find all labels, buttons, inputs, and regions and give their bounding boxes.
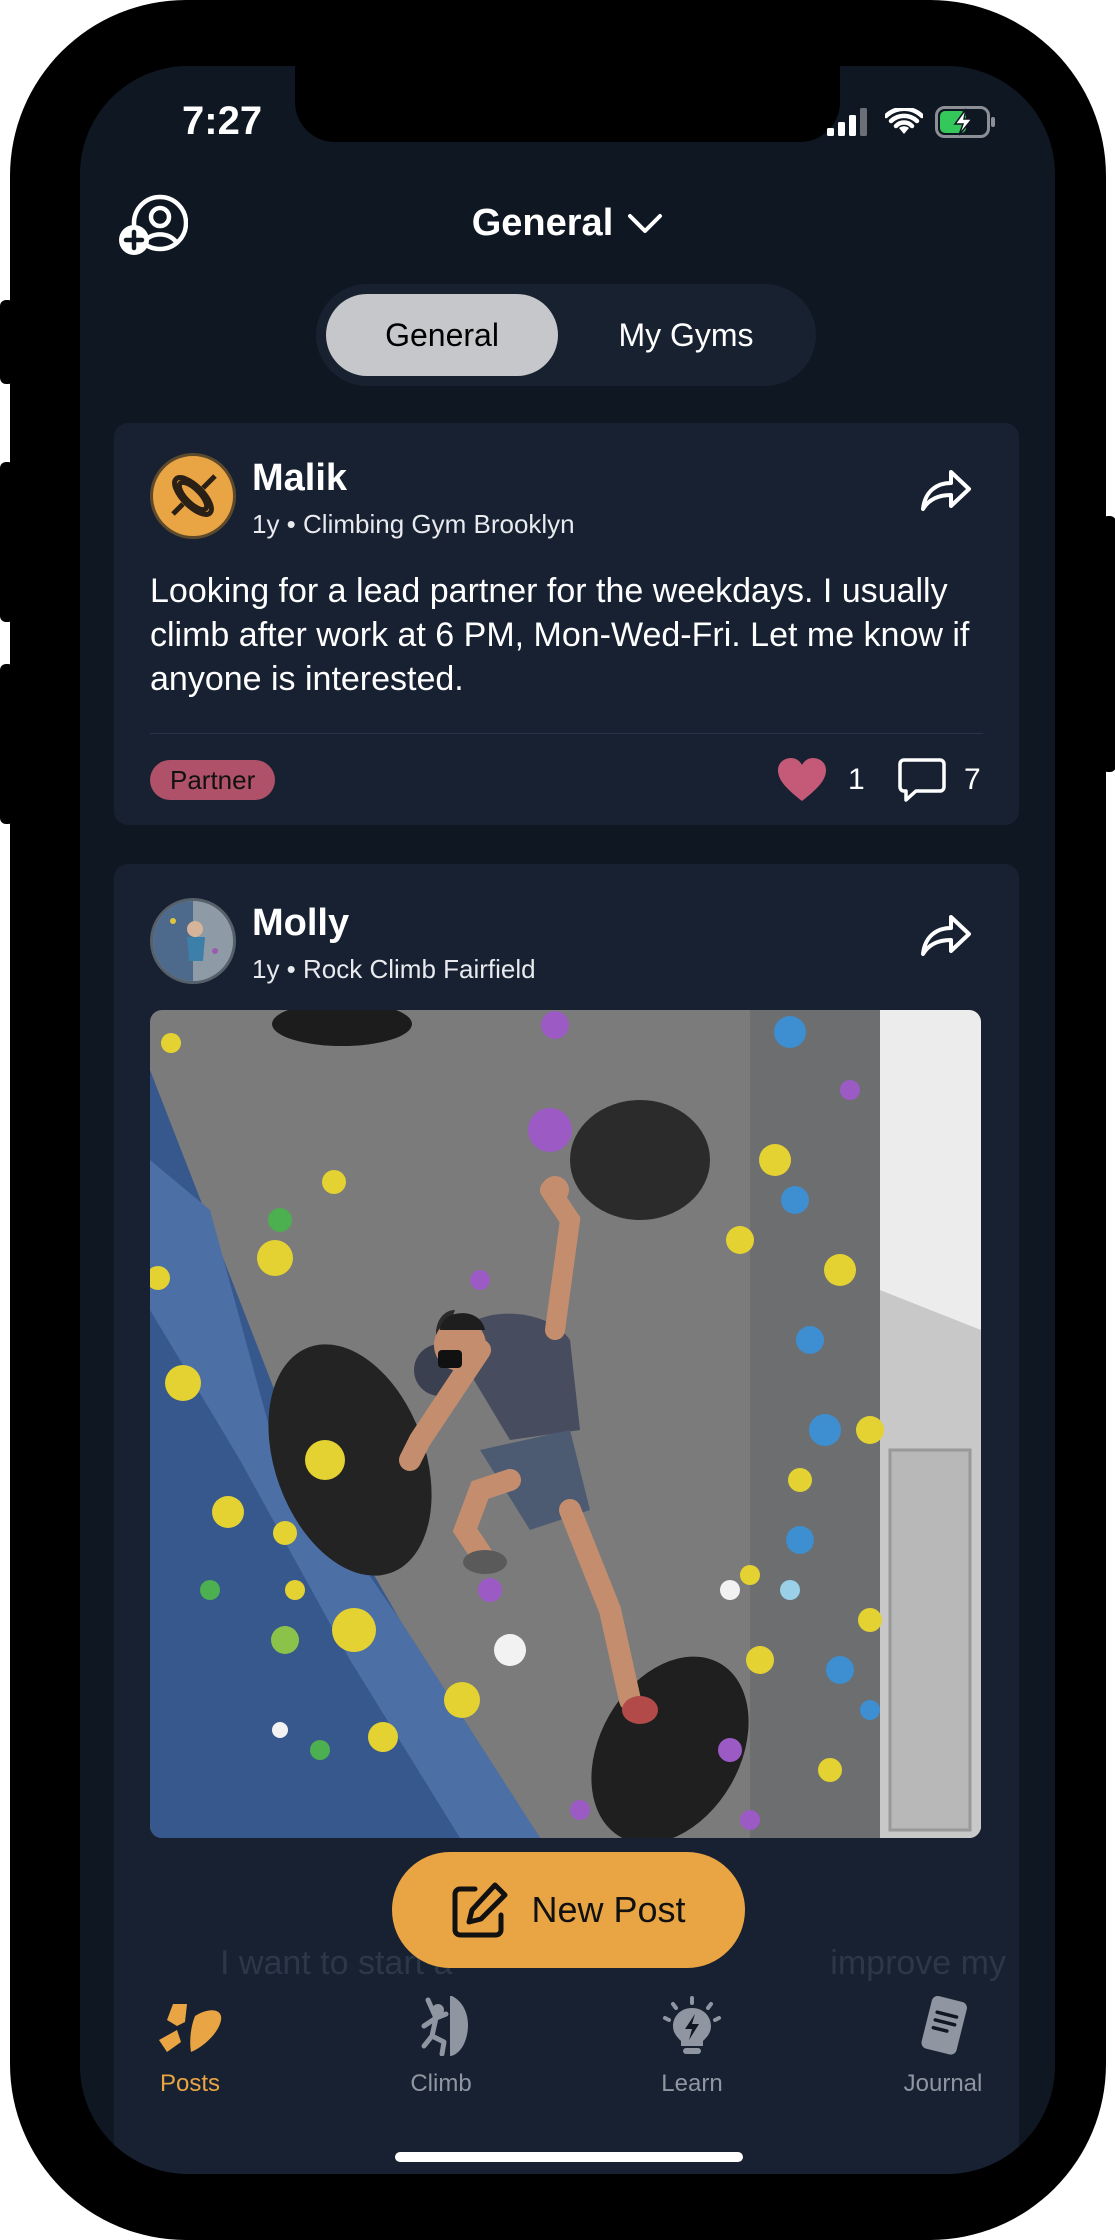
home-indicator[interactable] — [395, 2152, 743, 2162]
signal-icon — [827, 108, 867, 136]
power-button — [1102, 516, 1115, 772]
new-post-label: New Post — [531, 1889, 686, 1930]
new-post-button[interactable]: New Post — [392, 1852, 745, 1968]
avatar[interactable] — [150, 453, 236, 539]
phone-frame: 7:27 General General My Gyms Malik 1y • … — [0, 0, 1115, 2240]
segment-general[interactable]: General — [326, 294, 558, 376]
post-card[interactable]: Malik 1y • Climbing Gym Brooklyn Looking… — [114, 423, 1019, 825]
avatar[interactable] — [150, 898, 236, 984]
compose-icon — [452, 1882, 508, 1938]
rope-icon — [171, 474, 217, 517]
post-author[interactable]: Molly — [252, 902, 349, 945]
tab-posts[interactable]: Posts — [110, 1996, 270, 2098]
climbing-wall-photo — [150, 1010, 981, 1838]
feed-title: General — [471, 202, 614, 244]
volume-down-button — [0, 664, 14, 824]
share-icon[interactable] — [919, 912, 973, 958]
journal-icon — [921, 1996, 967, 2055]
post-author[interactable]: Malik — [252, 457, 347, 500]
lightbulb-icon — [663, 1996, 721, 2054]
post-meta: 1y • Rock Climb Fairfield — [252, 954, 536, 984]
battery-charging-icon — [935, 106, 995, 138]
app-screen: 7:27 General General My Gyms Malik 1y • … — [80, 66, 1055, 2174]
tab-label: Posts — [159, 2070, 221, 2097]
notch — [295, 66, 840, 142]
post-divider — [150, 733, 983, 734]
wifi-icon — [885, 108, 923, 134]
status-icons — [827, 106, 997, 138]
share-icon[interactable] — [919, 467, 973, 513]
segment-my-gyms[interactable]: My Gyms — [566, 294, 806, 376]
volume-up-button — [0, 462, 14, 622]
heart-icon[interactable] — [776, 757, 828, 803]
status-time: 7:27 — [182, 99, 263, 143]
post-text: Looking for a lead partner for the weekd… — [150, 572, 970, 698]
like-count: 1 — [848, 763, 865, 796]
tab-label: Climb — [410, 2070, 472, 2097]
silent-switch — [0, 300, 14, 384]
posts-icon — [159, 2004, 222, 2052]
post-photo[interactable] — [150, 1010, 981, 1838]
tab-label: Learn — [661, 2070, 723, 2097]
tab-climb[interactable]: Climb — [361, 1996, 521, 2098]
post-meta: 1y • Climbing Gym Brooklyn — [252, 509, 575, 539]
comment-icon[interactable] — [898, 757, 946, 803]
feed-selector[interactable]: General — [80, 202, 1055, 245]
tab-label: Journal — [903, 2070, 983, 2097]
post-tag[interactable]: Partner — [150, 760, 276, 800]
chevron-down-icon — [628, 213, 663, 233]
climber-photo-avatar — [153, 901, 233, 981]
bottom-tab-bar: Posts Climb Learn Journal — [80, 1996, 1055, 2116]
comment-count: 7 — [964, 763, 981, 796]
tab-learn[interactable]: Learn — [612, 1996, 772, 2098]
tab-journal[interactable]: Journal — [863, 1996, 1023, 2098]
feed-segmented-control: General My Gyms — [316, 284, 816, 386]
climber-icon — [421, 1996, 468, 2056]
